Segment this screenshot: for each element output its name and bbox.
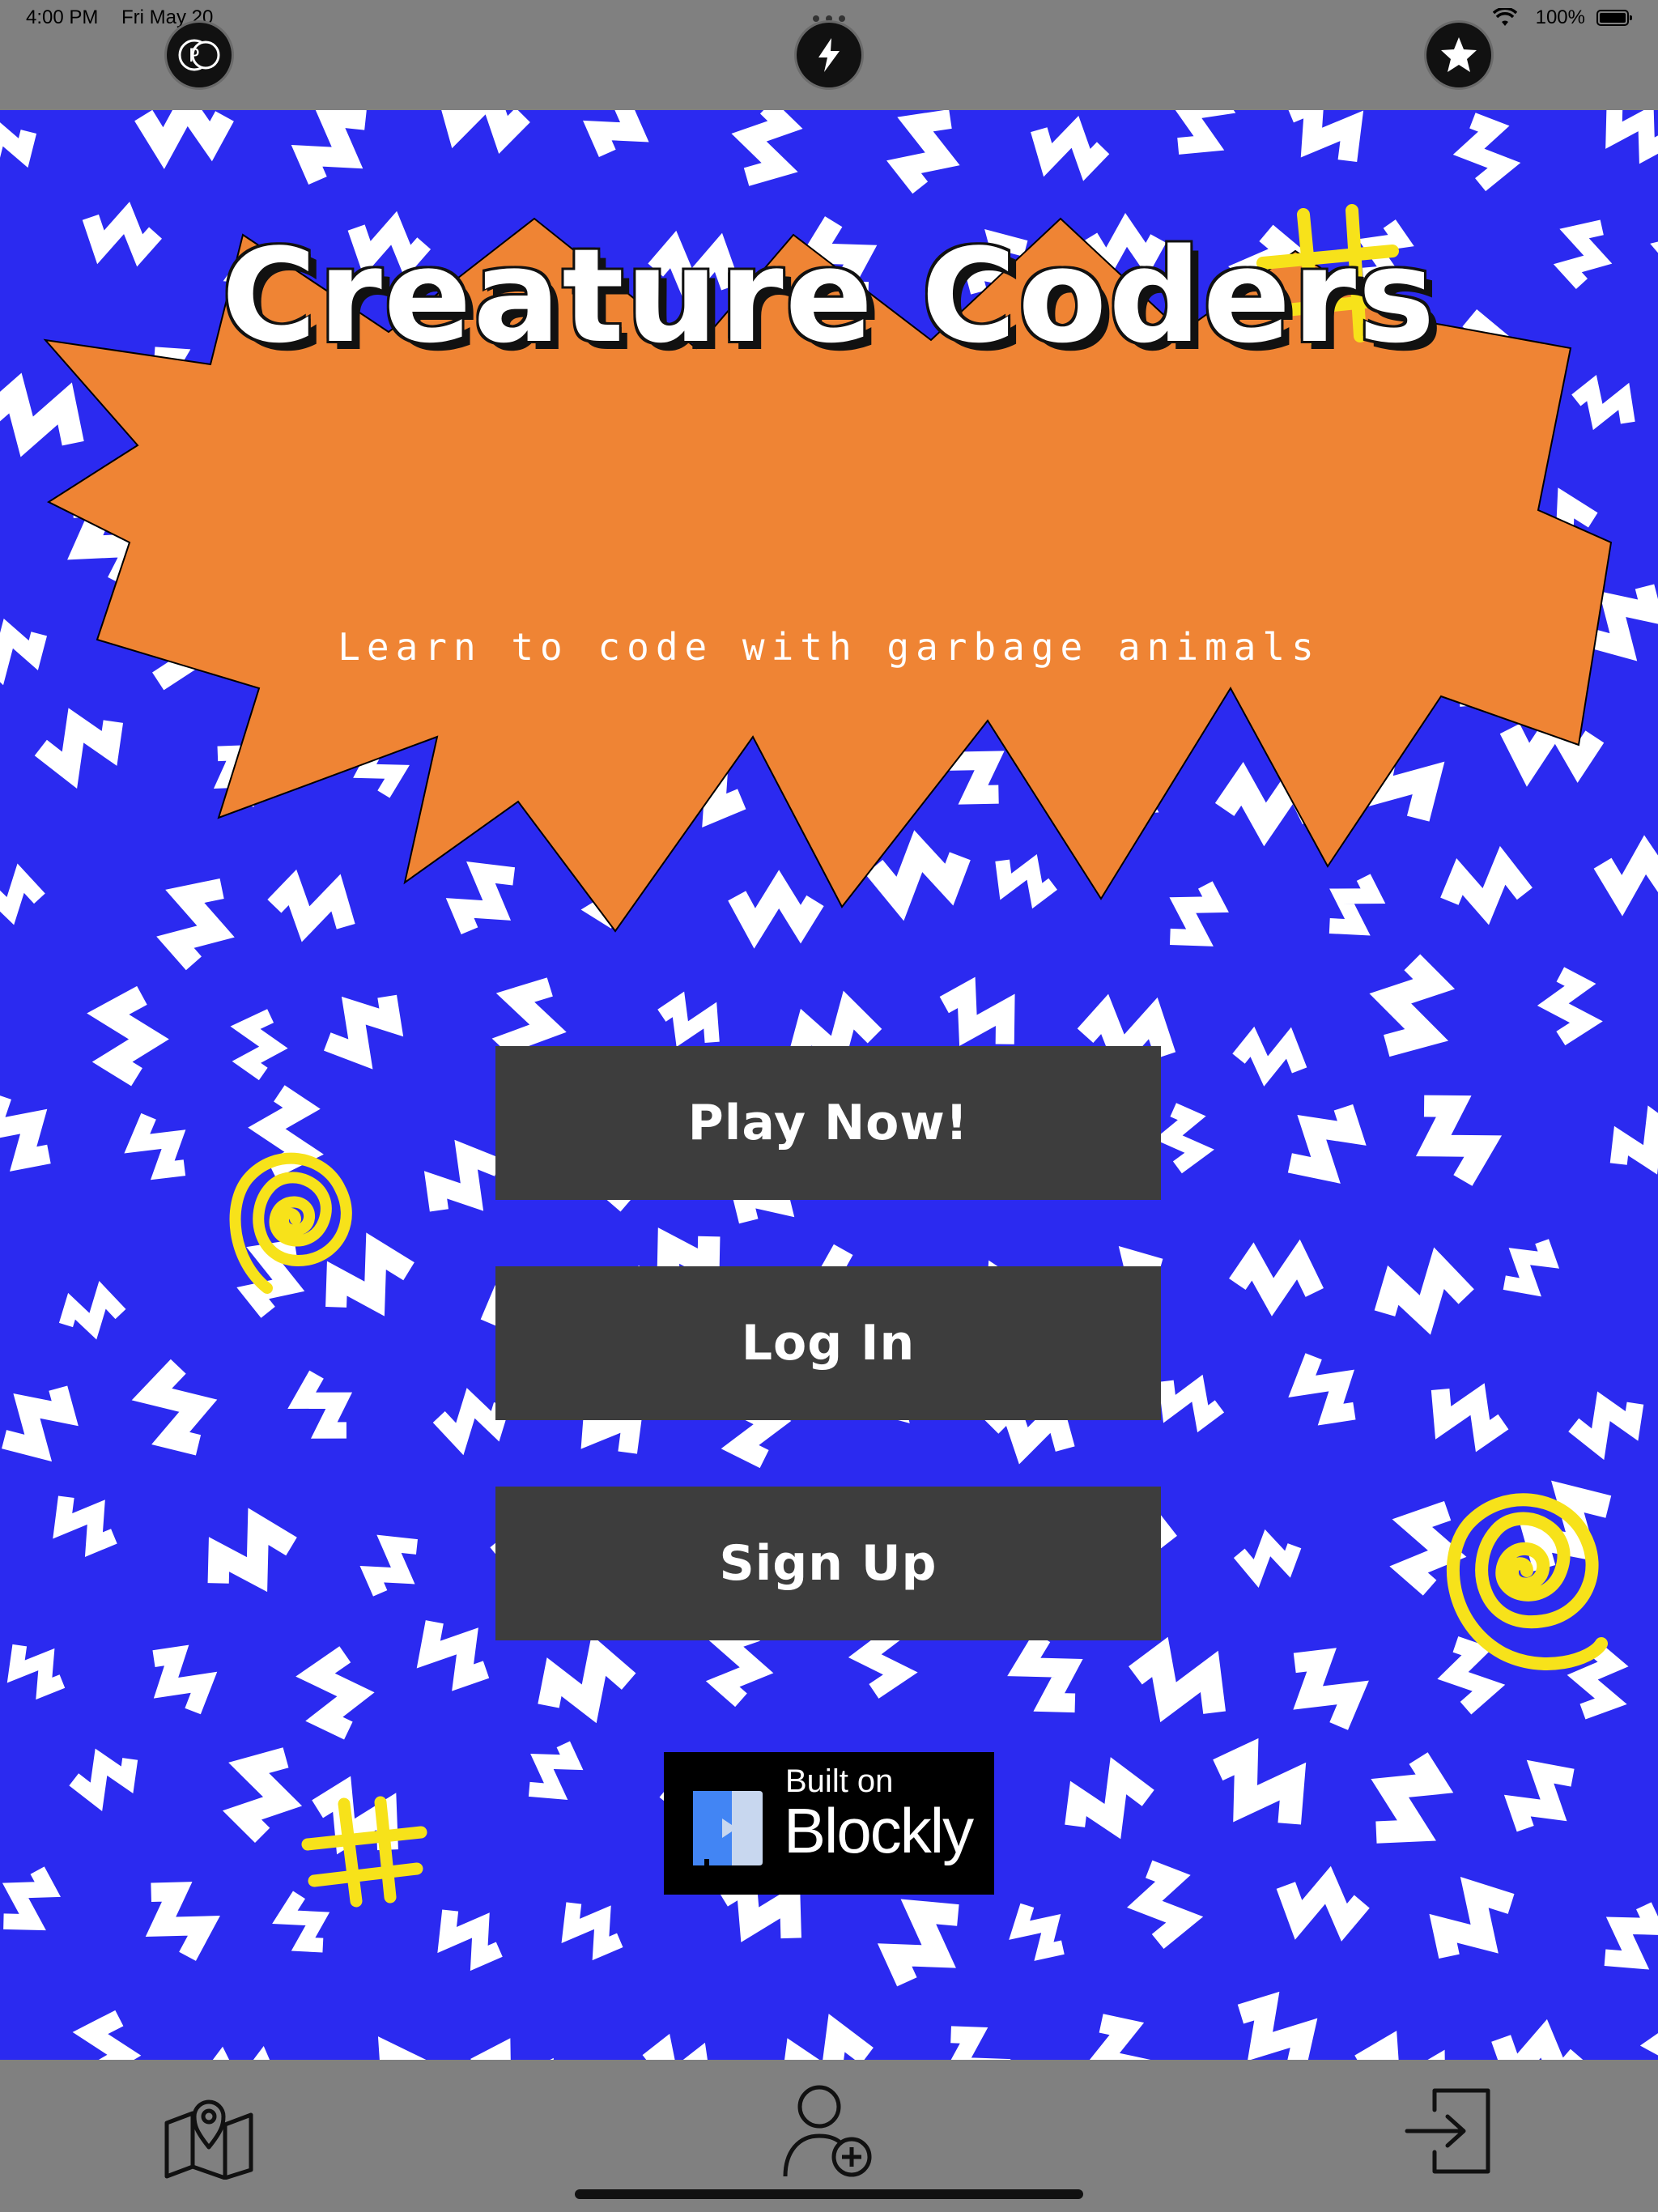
lightning-icon <box>818 38 840 72</box>
sign-up-button[interactable]: Sign Up <box>495 1487 1161 1640</box>
coin-icon: P <box>178 39 220 71</box>
energy-button[interactable] <box>797 23 861 87</box>
app-title: Creature Coders <box>221 220 1437 372</box>
battery-icon <box>1596 10 1632 26</box>
status-time: 4:00 PM <box>26 6 99 28</box>
star-icon <box>1441 37 1477 72</box>
home-indicator[interactable] <box>575 2189 1083 2199</box>
battery-percent: 100% <box>1535 6 1585 28</box>
blockly-badge-line2: Blockly <box>784 1795 974 1866</box>
coin-button[interactable]: P <box>167 23 232 87</box>
hashtag-doodle-bottom <box>301 1796 427 1908</box>
map-pin-icon[interactable] <box>164 2091 254 2180</box>
built-on-blockly-badge[interactable]: Built on Blockly <box>664 1752 994 1895</box>
add-user-icon[interactable] <box>782 2082 876 2180</box>
multitasking-dots-icon[interactable] <box>810 15 848 23</box>
wifi-icon <box>1493 8 1517 26</box>
play-now-button[interactable]: Play Now! <box>495 1046 1161 1200</box>
top-toolbar: 4:00 PM Fri May 20 100% P <box>0 0 1658 110</box>
spiral-doodle-left <box>229 1152 352 1294</box>
app-subtitle: Learn to code with garbage animals <box>338 625 1320 669</box>
favorites-button[interactable] <box>1426 23 1491 87</box>
log-in-button[interactable]: Log In <box>495 1266 1161 1420</box>
spiral-doodle-right <box>1447 1493 1608 1670</box>
svg-text:P: P <box>189 46 199 66</box>
login-icon[interactable] <box>1402 2086 1493 2176</box>
blockly-logo-icon <box>693 1791 763 1865</box>
